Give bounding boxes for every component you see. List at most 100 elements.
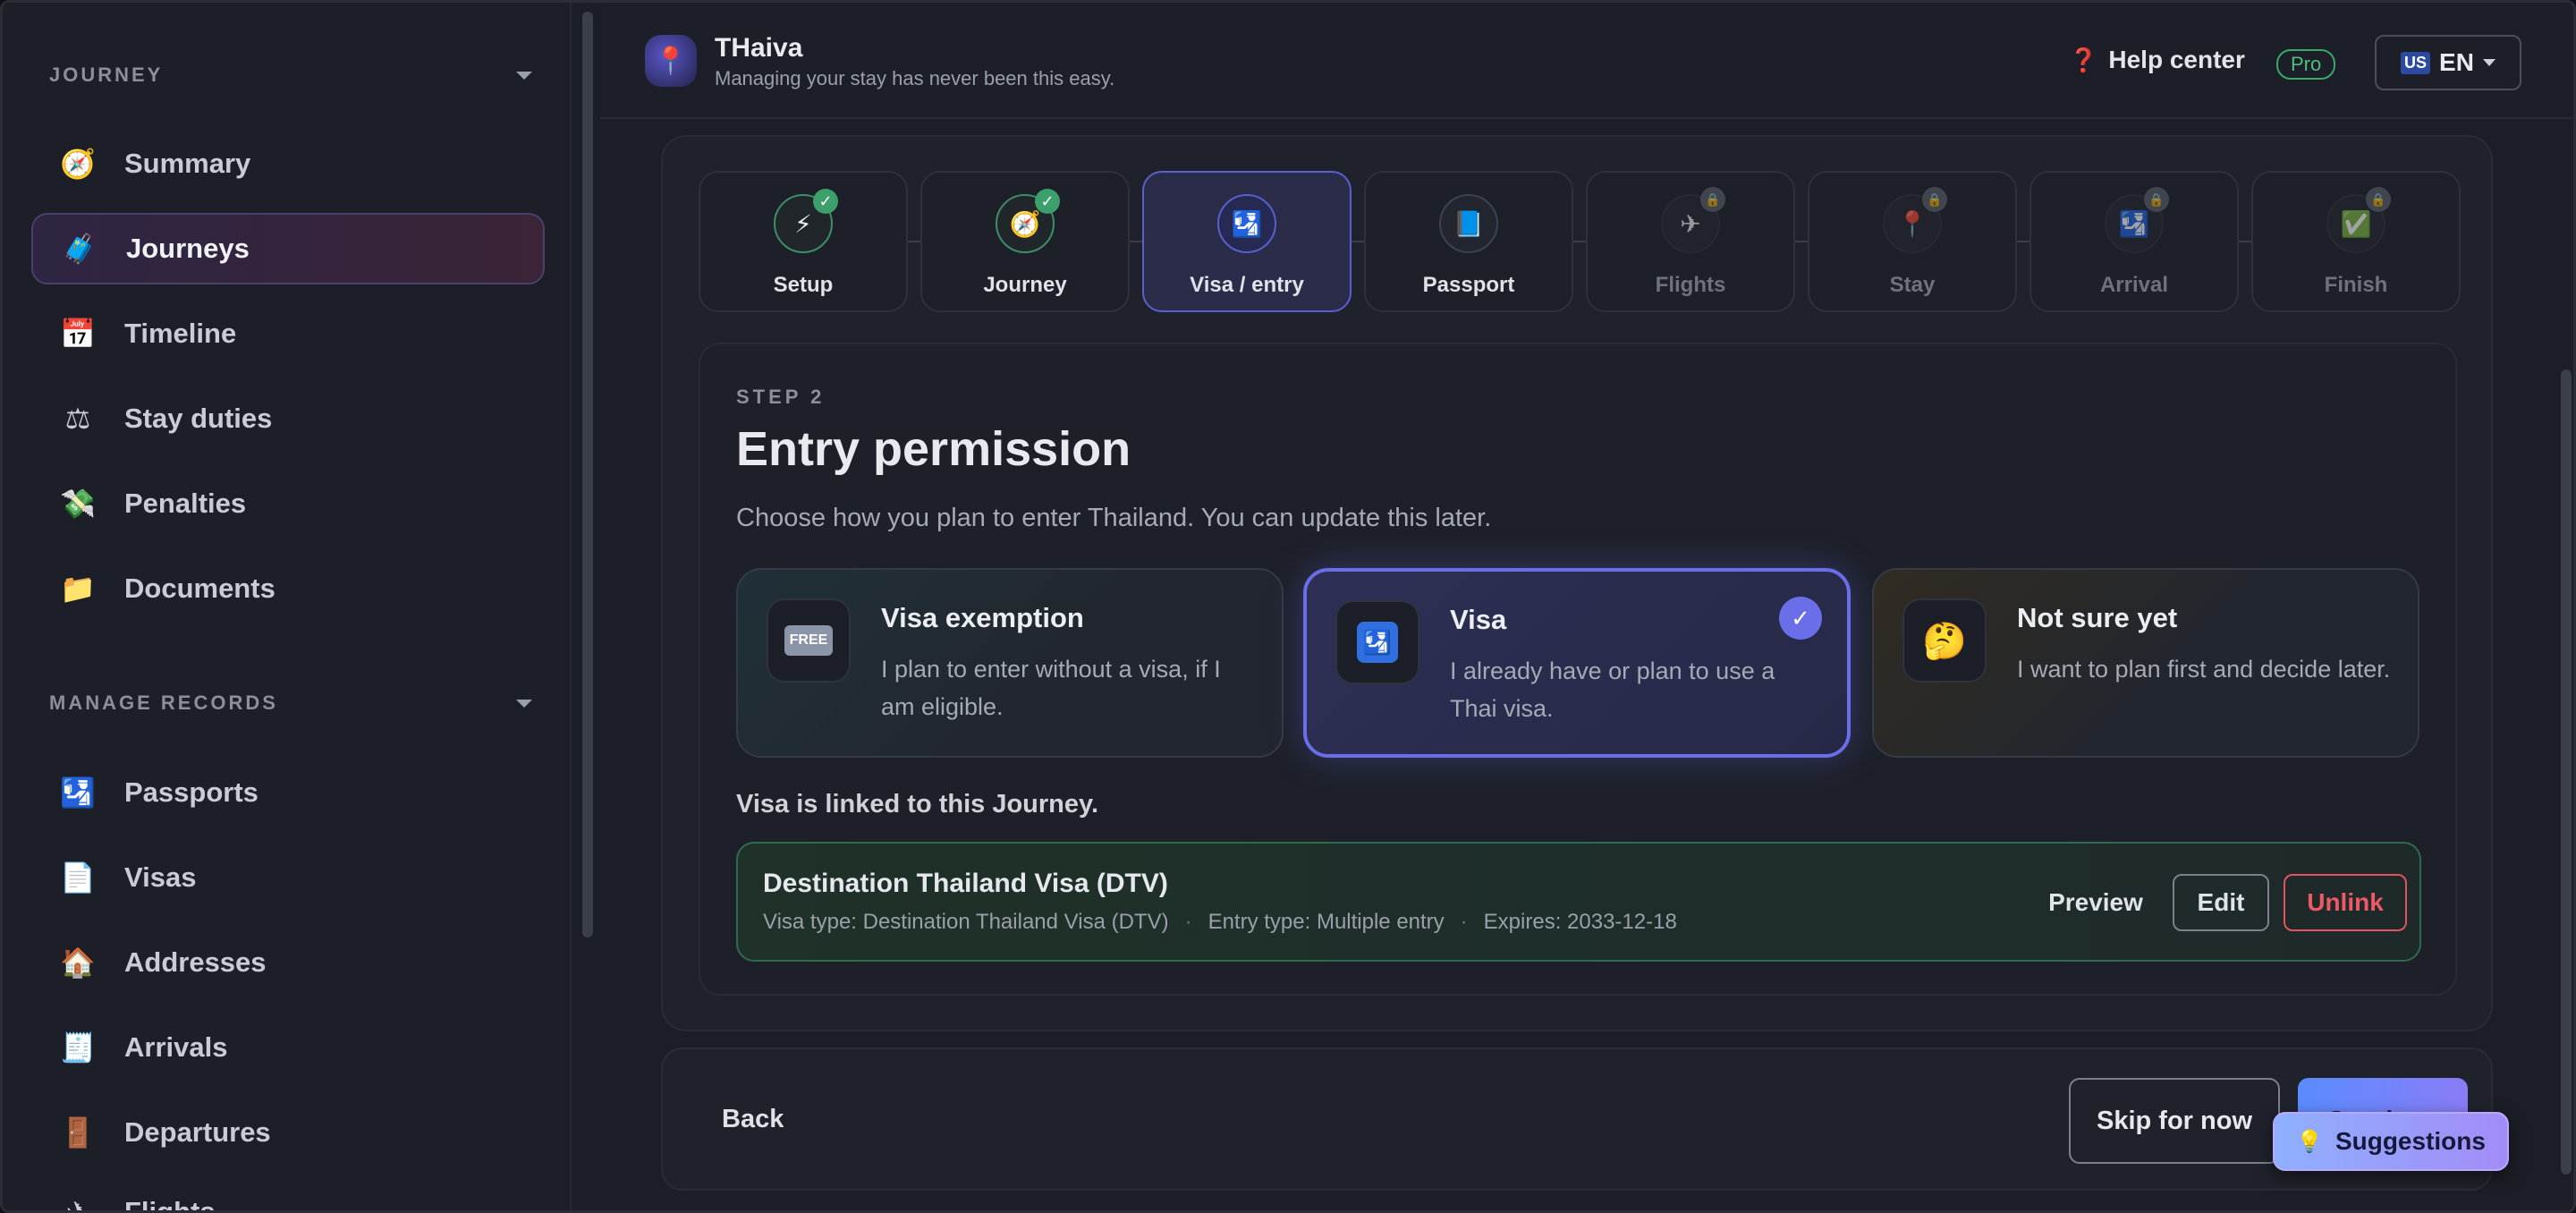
step-tab-finish[interactable]: ✅ 🔒 Finish — [2251, 171, 2461, 312]
sidebar-item-arrivals[interactable]: 🧾 Arrivals — [31, 1012, 545, 1083]
step-tab-visa-entry[interactable]: 🛂 Visa / entry — [1142, 171, 1352, 312]
visa-type: Visa type: Destination Thailand Visa (DT… — [763, 910, 1169, 934]
help-center-link[interactable]: ❓ Help center — [2069, 46, 2245, 74]
sidebar-item-summary[interactable]: 🧭 Summary — [31, 128, 545, 199]
option-title: Visa — [1450, 604, 1507, 635]
lightning-icon: ⚡ — [794, 209, 812, 238]
step-tab-setup[interactable]: ⚡ ✓ Setup — [699, 171, 908, 312]
check-box-icon: ✅ — [2340, 209, 2372, 238]
airplane-icon: ✈ — [1680, 209, 1701, 238]
option-title: Not sure yet — [2017, 602, 2178, 633]
selected-check-icon: ✓ — [1779, 597, 1822, 640]
unlink-button[interactable]: Unlink — [2284, 874, 2407, 931]
step-circle: 🛂 — [1217, 194, 1276, 253]
sidebar-item-label: Visas — [124, 861, 197, 893]
linked-visa-label: Visa is linked to this Journey. — [736, 790, 1099, 819]
step-number: STEP 2 — [736, 386, 826, 408]
sidebar-item-label: Summary — [124, 148, 251, 179]
step-circle: 📘 — [1439, 194, 1498, 253]
option-visa[interactable]: 🛂 Visa I already have or plan to use a T… — [1303, 568, 1851, 758]
step-label: Journey — [983, 273, 1067, 297]
suggestions-button[interactable]: 💡 Suggestions — [2273, 1112, 2509, 1171]
step-tab-flights[interactable]: ✈ 🔒 Flights — [1586, 171, 1795, 312]
compass-icon: 🧭 — [60, 148, 96, 180]
sidebar-item-stay-duties[interactable]: ⚖ Stay duties — [31, 383, 545, 454]
option-title: Visa exemption — [881, 602, 1084, 633]
step-label: Setup — [773, 273, 834, 297]
step-tab-arrival[interactable]: 🛂 🔒 Arrival — [2029, 171, 2239, 312]
question-icon: ❓ — [2069, 46, 2098, 73]
linked-visa-meta: Visa type: Destination Thailand Visa (DT… — [763, 910, 1677, 935]
passport-control-icon: 🛂 — [2118, 209, 2150, 238]
skip-button[interactable]: Skip for now — [2069, 1078, 2280, 1164]
sidebar-item-label: Addresses — [124, 946, 267, 978]
linked-visa-card: Destination Thailand Visa (DTV) Visa typ… — [736, 842, 2421, 962]
lock-icon: 🔒 — [2144, 187, 2169, 212]
step-label: Flights — [1655, 273, 1726, 297]
option-text: I already have or plan to use a Thai vis… — [1450, 657, 1775, 722]
step-circle: 🧭 ✓ — [996, 189, 1060, 253]
step-label: Visa / entry — [1190, 273, 1304, 297]
sidebar-item-journeys[interactable]: 🧳 Journeys — [31, 213, 545, 284]
option-not-sure[interactable]: 🤔 Not sure yet I want to plan first and … — [1872, 568, 2419, 758]
sidebar-item-label: Passports — [124, 776, 258, 808]
step-tab-journey[interactable]: 🧭 ✓ Journey — [920, 171, 1130, 312]
suggestions-label: Suggestions — [2334, 1127, 2486, 1155]
sidebar-item-label: Timeline — [124, 318, 237, 349]
journey-section-title: JOURNEY — [49, 64, 164, 86]
sidebar-scrollbar[interactable] — [582, 12, 593, 937]
step-circle: ✅ 🔒 — [2326, 187, 2391, 253]
preview-button[interactable]: Preview — [2033, 874, 2158, 931]
sidebar-item-penalties[interactable]: 💸 Penalties — [31, 468, 545, 539]
step-circle: ✈ 🔒 — [1661, 187, 1725, 253]
logo-icon[interactable]: 📍 — [645, 35, 697, 87]
folder-icon: 📁 — [60, 573, 96, 605]
sidebar-item-label: Journeys — [126, 233, 250, 264]
page-description: Choose how you plan to enter Thailand. Y… — [736, 504, 1492, 532]
step-circle: 🛂 🔒 — [2105, 187, 2169, 253]
step-tab-passport[interactable]: 📘 Passport — [1364, 171, 1573, 312]
pro-badge: Pro — [2276, 49, 2336, 80]
option-visa-exemption[interactable]: FREE Visa exemption I plan to enter with… — [736, 568, 1284, 758]
sidebar-item-addresses[interactable]: 🏠 Addresses — [31, 927, 545, 998]
book-icon: 📘 — [1453, 209, 1485, 238]
entry-permission-card: STEP 2 Entry permission Choose how you p… — [699, 343, 2457, 996]
language-select[interactable]: US EN — [2375, 35, 2521, 90]
edit-button[interactable]: Edit — [2173, 874, 2269, 931]
wizard-panel: ⚡ ✓ Setup 🧭 ✓ Journey 🛂 Visa / entry 📘 P… — [661, 135, 2493, 1031]
journey-section-header[interactable]: JOURNEY — [49, 64, 532, 87]
step-circle: ⚡ ✓ — [774, 189, 838, 253]
option-text: I want to plan first and decide later. — [2017, 656, 2391, 683]
separator-dot: · — [1184, 910, 1192, 934]
airplane-icon: ✈ — [65, 1196, 90, 1213]
sidebar-item-passports[interactable]: 🛂 Passports — [31, 757, 545, 828]
pin-icon: 📍 — [1896, 209, 1928, 238]
option-text: I plan to enter without a visa, if I am … — [881, 656, 1221, 720]
step-label: Arrival — [2099, 273, 2169, 297]
sidebar-item-documents[interactable]: 📁 Documents — [31, 553, 545, 624]
sidebar-item-visas[interactable]: 📄 Visas — [31, 842, 545, 913]
check-icon: ✓ — [1035, 189, 1060, 214]
back-button[interactable]: Back — [722, 1105, 784, 1134]
step-circle: 📍 🔒 — [1883, 187, 1947, 253]
lock-icon: 🔒 — [1922, 187, 1947, 212]
manage-records-section-title: MANAGE RECORDS — [49, 691, 278, 714]
sidebar-item-departures[interactable]: 🚪 Departures — [31, 1097, 545, 1168]
compass-icon: 🧭 — [1009, 209, 1041, 238]
us-flag-icon: US — [2401, 51, 2431, 74]
app-subtitle: Managing your stay has never been this e… — [715, 67, 1115, 89]
sidebar: JOURNEY 🧭 Summary 🧳 Journeys 📅 Timeline … — [3, 3, 572, 1213]
step-tab-stay[interactable]: 📍 🔒 Stay — [1808, 171, 2017, 312]
luggage-icon: 🧳 — [62, 233, 97, 265]
step-label: Passport — [1422, 273, 1515, 297]
chevron-down-icon — [516, 71, 532, 80]
wizard-footer: Back Skip for now Continue — [661, 1048, 2493, 1191]
manage-records-section-header[interactable]: MANAGE RECORDS — [49, 691, 532, 715]
sidebar-item-timeline[interactable]: 📅 Timeline — [31, 298, 545, 369]
main-scrollbar[interactable] — [2561, 369, 2572, 1175]
scales-icon: ⚖ — [64, 403, 91, 435]
lock-icon: 🔒 — [2366, 187, 2391, 212]
sidebar-item-label: Penalties — [124, 488, 247, 519]
sidebar-item-flights[interactable]: ✈ Flights — [31, 1176, 545, 1213]
house-icon: 🏠 — [60, 946, 96, 979]
